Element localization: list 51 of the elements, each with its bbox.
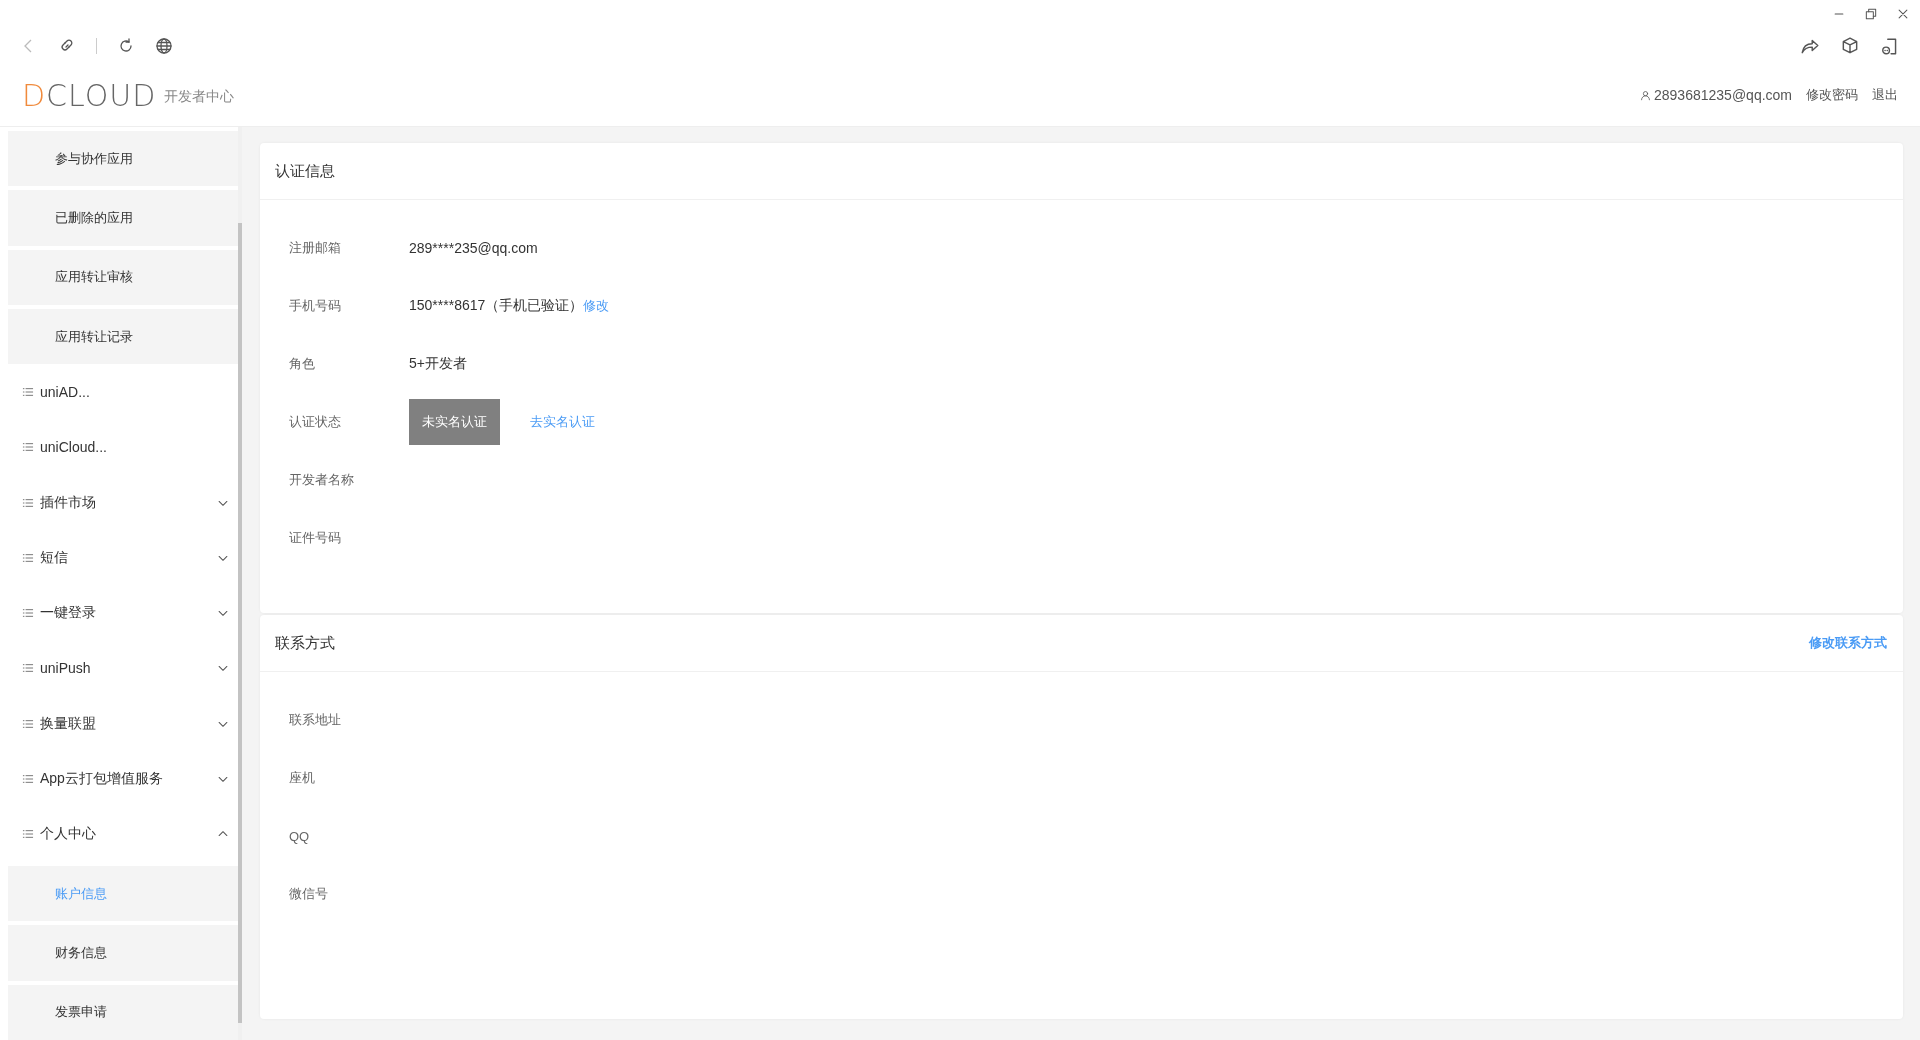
field-label: 角色 [289, 355, 316, 373]
list-icon [22, 607, 34, 620]
header-link[interactable]: 修改密码 [1806, 86, 1858, 104]
list-icon [22, 662, 34, 675]
field-label: 开发者名称 [289, 471, 355, 489]
menu-group[interactable]: 插件市场 [0, 474, 238, 531]
field-label: 微信号 [289, 885, 329, 903]
menu-item[interactable]: 参与协作应用 [8, 131, 238, 187]
list-icon [22, 385, 34, 398]
list-icon [22, 773, 34, 786]
menu-item[interactable]: 应用转让审核 [8, 249, 238, 305]
list-icon [22, 828, 34, 841]
globe-icon[interactable] [155, 37, 173, 55]
menu-group[interactable]: 一键登录 [0, 585, 238, 641]
list-icon [22, 496, 34, 509]
field-label: 证件号码 [289, 529, 342, 547]
card-title: 联系方式 [275, 633, 336, 653]
logo: DCLOUD [22, 77, 157, 113]
field-label: QQ [289, 828, 311, 844]
field-value: 5+开发者 [409, 355, 467, 373]
field-label: 座机 [289, 769, 316, 787]
menu-item[interactable]: 财务信息 [8, 925, 238, 981]
list-icon [22, 717, 34, 730]
menu-item[interactable]: uniAD... [0, 364, 238, 420]
user-icon [1640, 89, 1651, 101]
menu-item[interactable]: 发票申请 [8, 984, 238, 1040]
menu-item[interactable]: uniCloud... [0, 419, 238, 475]
field-label: 认证状态 [289, 413, 342, 431]
logo-subtitle: 开发者中心 [164, 88, 235, 106]
menu-group[interactable]: App云打包增值服务 [0, 751, 238, 807]
menu-group[interactable]: uniPush [0, 640, 238, 697]
field-value: 150****8617（手机已验证） [409, 297, 584, 315]
menu-group[interactable]: 换量联盟 [0, 696, 238, 752]
list-icon [22, 441, 34, 454]
status-badge: 未实名认证 [409, 399, 500, 445]
close-icon[interactable] [1896, 7, 1910, 21]
menu-group[interactable]: 个人中心 [0, 806, 238, 863]
list-icon [22, 551, 34, 564]
cube-icon[interactable] [1840, 36, 1860, 56]
field-label: 注册邮箱 [289, 239, 342, 257]
menu-item[interactable]: 应用转让记录 [8, 308, 238, 365]
field-value: 289****235@qq.com [409, 240, 538, 256]
menu-group[interactable]: 短信 [0, 530, 238, 586]
restore-icon[interactable] [1864, 7, 1878, 21]
field-label: 联系地址 [289, 711, 342, 729]
card-title: 认证信息 [275, 161, 336, 181]
field-label: 手机号码 [289, 297, 342, 315]
refresh-icon[interactable] [117, 37, 135, 55]
user-email: 2893681235@qq.com [1654, 87, 1792, 103]
menu-item[interactable]: 已删除的应用 [8, 190, 238, 246]
header-link[interactable]: 退出 [1872, 86, 1898, 104]
